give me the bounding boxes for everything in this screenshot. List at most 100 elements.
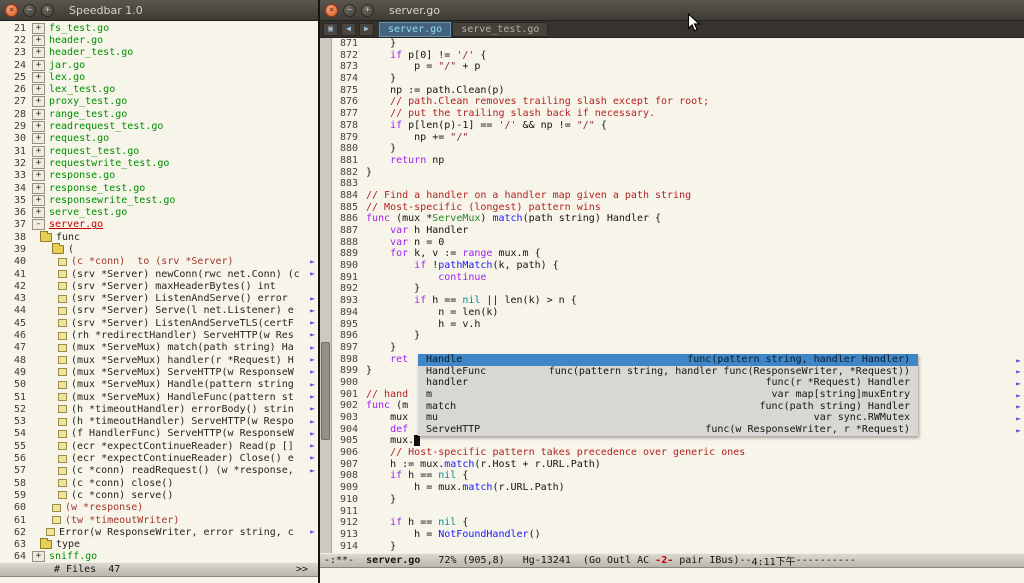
tag-label[interactable]: (h *timeoutHandler) errorBody() strin: [71, 404, 294, 415]
code-line[interactable]: 895 h = v.h: [332, 319, 1024, 331]
speedbar-tag-row[interactable]: 44(srv *Server) Serve(l net.Listener) e►: [0, 305, 318, 317]
completion-item[interactable]: HandleFuncfunc(pattern string, handler f…: [418, 366, 918, 378]
speedbar-tag-row[interactable]: 40(c *conn) to (srv *Server)►: [0, 256, 318, 268]
file-name[interactable]: serve_test.go: [49, 207, 127, 218]
tag-label[interactable]: (ecr *expectContinueReader) Read(p []: [71, 441, 294, 452]
tag-label[interactable]: func: [56, 232, 80, 243]
file-name[interactable]: request.go: [49, 133, 109, 144]
speedbar-file-row[interactable]: 34+response_test.go: [0, 182, 318, 194]
expand-toggle-button[interactable]: +: [32, 23, 45, 34]
speedbar-tag-row[interactable]: 50(mux *ServeMux) Handle(pattern string►: [0, 379, 318, 391]
expand-toggle-button[interactable]: +: [32, 195, 45, 206]
expand-toggle-button[interactable]: +: [32, 84, 45, 95]
speedbar-tag-row[interactable]: 61(tw *timeoutWriter): [0, 514, 318, 526]
expand-toggle-button[interactable]: +: [32, 158, 45, 169]
expand-toggle-button[interactable]: +: [32, 170, 45, 181]
completion-item[interactable]: mvar map[string]muxEntry: [418, 389, 918, 401]
maximize-button[interactable]: +: [361, 4, 374, 17]
code-line[interactable]: 878 if p[len(p)-1] == '/' && np != "/" {: [332, 120, 1024, 132]
code-line[interactable]: 885// Most-specific (longest) pattern wi…: [332, 202, 1024, 214]
code-line[interactable]: 871 }: [332, 38, 1024, 50]
speedbar-titlebar[interactable]: × − + Speedbar 1.0: [0, 0, 318, 21]
tab-serve_test.go[interactable]: serve_test.go: [452, 22, 548, 37]
code-line[interactable]: 914 }: [332, 541, 1024, 553]
tag-label[interactable]: (h *timeoutHandler) ServeHTTP(w Respo: [71, 416, 294, 427]
code-line[interactable]: 875 np := path.Clean(p): [332, 85, 1024, 97]
tag-label[interactable]: (srv *Server) ListenAndServeTLS(certF: [71, 318, 294, 329]
expand-toggle-button[interactable]: +: [32, 183, 45, 194]
speedbar-file-row[interactable]: 32+requestwrite_test.go: [0, 157, 318, 169]
editor-titlebar[interactable]: × − + server.go: [320, 0, 1024, 21]
speedbar-tag-row[interactable]: 60(w *response): [0, 502, 318, 514]
code-line[interactable]: 884// Find a handler on a handler map gi…: [332, 190, 1024, 202]
speedbar-tag-row[interactable]: 57(c *conn) readRequest() (w *response,►: [0, 465, 318, 477]
speedbar-file-row[interactable]: 28+range_test.go: [0, 108, 318, 120]
tag-label[interactable]: (w *response): [65, 502, 143, 513]
code-line[interactable]: 881 return np: [332, 155, 1024, 167]
speedbar-tag-row[interactable]: 54(f HandlerFunc) ServeHTTP(w ResponseW►: [0, 428, 318, 440]
speedbar-tag-row[interactable]: 62Error(w ResponseWriter, error string, …: [0, 526, 318, 538]
tag-label[interactable]: (c *conn) to (srv *Server): [71, 256, 234, 267]
speedbar-tag-row[interactable]: 49(mux *ServeMux) ServeHTTP(w ResponseW►: [0, 366, 318, 378]
code-line[interactable]: 911: [332, 506, 1024, 518]
tag-label[interactable]: (f HandlerFunc) ServeHTTP(w ResponseW: [71, 428, 294, 439]
speedbar-file-row[interactable]: 35+responsewrite_test.go: [0, 194, 318, 206]
speedbar-tag-row[interactable]: 59(c *conn) serve(): [0, 489, 318, 501]
code-line[interactable]: 908 if h == nil {: [332, 470, 1024, 482]
code-line[interactable]: 872 if p[0] != '/' {: [332, 50, 1024, 62]
expand-toggle-button[interactable]: +: [32, 146, 45, 157]
speedbar-file-row[interactable]: 36+serve_test.go: [0, 206, 318, 218]
expand-toggle-button[interactable]: -: [32, 219, 45, 230]
tag-label[interactable]: (srv *Server) Serve(l net.Listener) e: [71, 305, 294, 316]
expand-toggle-button[interactable]: +: [32, 60, 45, 71]
file-name[interactable]: fs_test.go: [49, 23, 109, 34]
tab-scroll-right-button[interactable]: ▶: [359, 23, 374, 36]
code-line[interactable]: 877 // put the trailing slash back if ne…: [332, 108, 1024, 120]
expand-toggle-button[interactable]: +: [32, 72, 45, 83]
code-line[interactable]: 905 mux.: [332, 435, 1024, 447]
speedbar-tag-row[interactable]: 45(srv *Server) ListenAndServeTLS(certF►: [0, 317, 318, 329]
speedbar-tag-row[interactable]: 47(mux *ServeMux) match(path string) Ha►: [0, 342, 318, 354]
speedbar-file-row[interactable]: 25+lex.go: [0, 71, 318, 83]
file-name[interactable]: range_test.go: [49, 109, 127, 120]
file-name[interactable]: request_test.go: [49, 146, 139, 157]
speedbar-tag-row[interactable]: 38func: [0, 231, 318, 243]
speedbar-file-row[interactable]: 24+jar.go: [0, 59, 318, 71]
minimize-button[interactable]: −: [343, 4, 356, 17]
completion-item[interactable]: ServeHTTPfunc(w ResponseWriter, r *Reque…: [418, 424, 918, 436]
file-name[interactable]: header.go: [49, 35, 103, 46]
tag-label[interactable]: (mux *ServeMux) Handle(pattern string: [71, 379, 294, 390]
file-name[interactable]: server.go: [49, 219, 103, 230]
tag-label[interactable]: (c *conn) serve(): [71, 490, 173, 501]
code-line[interactable]: 912 if h == nil {: [332, 517, 1024, 529]
file-name[interactable]: lex.go: [49, 72, 85, 83]
speedbar-tag-row[interactable]: 42(srv *Server) maxHeaderBytes() int: [0, 280, 318, 292]
speedbar-scroll-right-button[interactable]: >>: [296, 564, 308, 575]
speedbar-file-row[interactable]: 33+response.go: [0, 170, 318, 182]
tag-label[interactable]: (: [68, 244, 74, 255]
expand-toggle-button[interactable]: +: [32, 109, 45, 120]
tabbar-menu-button[interactable]: ▣: [323, 23, 338, 36]
code-line[interactable]: 876 // path.Clean removes trailing slash…: [332, 96, 1024, 108]
speedbar-tag-row[interactable]: 56(ecr *expectContinueReader) Close() e►: [0, 452, 318, 464]
code-line[interactable]: 907 h := mux.match(r.Host + r.URL.Path): [332, 459, 1024, 471]
code-line[interactable]: 889 for k, v := range mux.m {: [332, 248, 1024, 260]
speedbar-tag-row[interactable]: 48(mux *ServeMux) handler(r *Request) H►: [0, 354, 318, 366]
speedbar-file-row[interactable]: 64+sniff.go: [0, 551, 318, 562]
code-line[interactable]: 883: [332, 178, 1024, 190]
code-line[interactable]: 874 }: [332, 73, 1024, 85]
expand-toggle-button[interactable]: +: [32, 133, 45, 144]
code-line[interactable]: 880 }: [332, 143, 1024, 155]
file-name[interactable]: lex_test.go: [49, 84, 115, 95]
expand-toggle-button[interactable]: +: [32, 96, 45, 107]
speedbar-tag-row[interactable]: 52(h *timeoutHandler) errorBody() strin►: [0, 403, 318, 415]
code-line[interactable]: 888 var n = 0: [332, 237, 1024, 249]
speedbar-tag-row[interactable]: 63type: [0, 538, 318, 550]
speedbar-tag-row[interactable]: 41(srv *Server) newConn(rwc net.Conn) (c…: [0, 268, 318, 280]
tag-label[interactable]: (srv *Server) ListenAndServe() error: [71, 293, 288, 304]
scrollbar[interactable]: [320, 38, 332, 553]
scrollbar-thumb[interactable]: [321, 342, 330, 440]
code-line[interactable]: 882}: [332, 167, 1024, 179]
speedbar-file-row[interactable]: 37-server.go: [0, 219, 318, 231]
code-area[interactable]: 871 }872 if p[0] != '/' {873 p = "/" + p…: [332, 38, 1024, 553]
